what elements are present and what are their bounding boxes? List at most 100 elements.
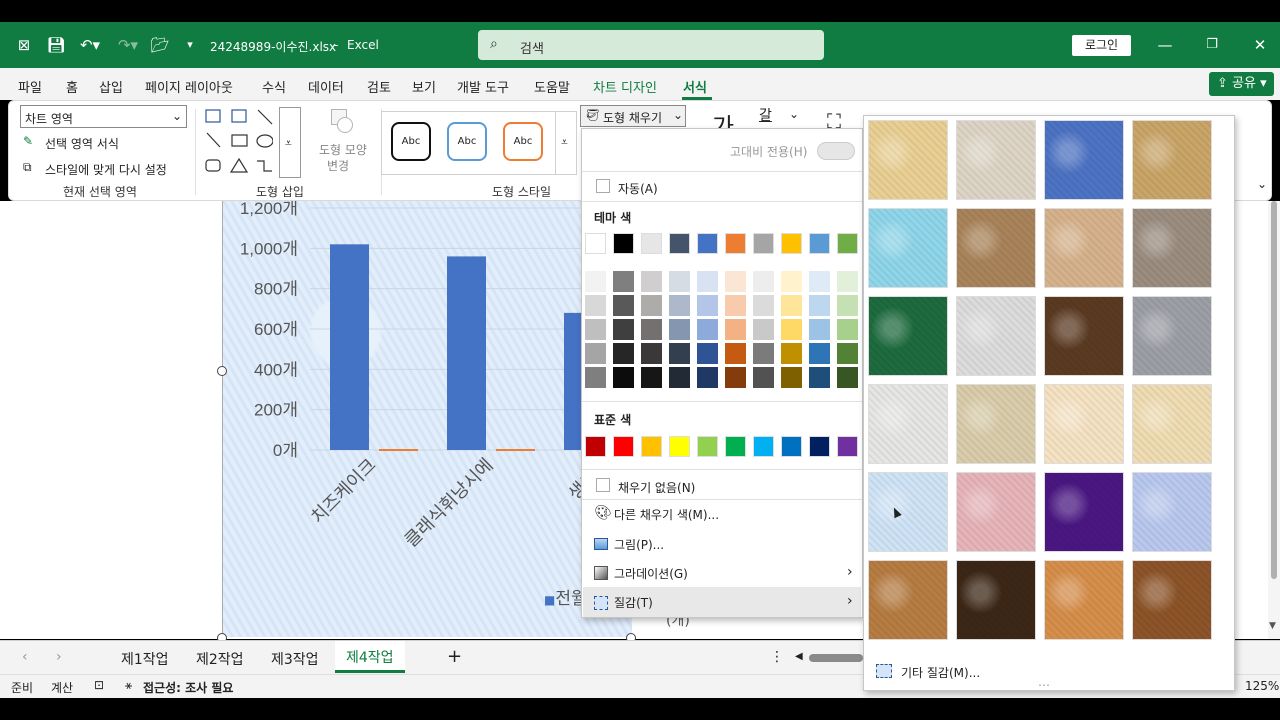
theme-shade-swatch[interactable] (781, 367, 802, 388)
more-options-icon[interactable]: ⋮ (770, 649, 784, 665)
high-contrast-toggle[interactable] (817, 142, 855, 160)
tab-formulas[interactable]: 수식 (262, 77, 286, 96)
theme-color-swatch[interactable] (641, 233, 662, 254)
gradient-option[interactable]: 그라데이션(G) (614, 565, 688, 582)
shape-styles-more[interactable]: ⩡ (555, 111, 575, 175)
theme-shade-swatch[interactable] (669, 271, 690, 292)
horizontal-scroll-thumb[interactable] (809, 654, 863, 662)
theme-color-swatch[interactable] (585, 233, 606, 254)
theme-color-swatch[interactable] (809, 233, 830, 254)
bar-series-2[interactable] (379, 449, 418, 451)
theme-shade-swatch[interactable] (697, 295, 718, 316)
theme-shade-swatch[interactable] (725, 343, 746, 364)
redo-icon[interactable]: ↷▾ (114, 35, 142, 55)
tab-chart-design[interactable]: 차트 디자인 (593, 77, 657, 96)
shape-style-orange[interactable]: Abc (503, 122, 543, 161)
shape-fill-button[interactable]: 🪣︎ 도형 채우기 ⌄ (580, 105, 686, 127)
save-icon[interactable]: 💾︎ (46, 35, 66, 55)
standard-color-swatch[interactable] (585, 436, 606, 457)
status-calc[interactable]: 계산 (51, 679, 73, 696)
theme-shade-swatch[interactable] (781, 271, 802, 292)
theme-shade-swatch[interactable] (641, 343, 662, 364)
standard-color-swatch[interactable] (669, 436, 690, 457)
resize-grip-icon[interactable]: ⋯ (1038, 678, 1050, 692)
standard-color-swatch[interactable] (725, 436, 746, 457)
tab-view[interactable]: 보기 (412, 77, 436, 96)
change-shape-button[interactable]: 도형 모양 변경 (319, 109, 379, 179)
theme-shade-swatch[interactable] (669, 343, 690, 364)
standard-color-swatch[interactable] (641, 436, 662, 457)
tab-file[interactable]: 파일 (18, 77, 42, 96)
shapes-gallery-more[interactable]: ⩡ (279, 107, 301, 178)
vertical-scrollbar[interactable]: ▼ (1268, 201, 1280, 639)
theme-shade-swatch[interactable] (725, 271, 746, 292)
tab-data[interactable]: 데이터 (308, 77, 344, 96)
theme-shade-swatch[interactable] (781, 295, 802, 316)
no-fill-checkbox[interactable] (596, 478, 610, 492)
tab-home[interactable]: 홈 (66, 77, 78, 96)
theme-shade-swatch[interactable] (753, 295, 774, 316)
theme-shade-swatch[interactable] (697, 271, 718, 292)
theme-shade-swatch[interactable] (809, 367, 830, 388)
theme-shade-swatch[interactable] (613, 271, 634, 292)
selection-dropdown[interactable]: 차트 영역 ⌄ (20, 105, 187, 128)
close-icon[interactable]: ✕ (1250, 35, 1270, 55)
next-sheet-icon[interactable]: › (56, 649, 62, 665)
theme-shade-swatch[interactable] (641, 319, 662, 340)
shape-style-black[interactable]: Abc (391, 122, 431, 161)
theme-shade-swatch[interactable] (809, 271, 830, 292)
theme-shade-swatch[interactable] (669, 295, 690, 316)
theme-color-swatch[interactable] (725, 233, 746, 254)
theme-shade-swatch[interactable] (697, 367, 718, 388)
chevron-down-icon[interactable]: ⌄ (789, 107, 799, 121)
texture-swatch[interactable] (868, 296, 948, 376)
texture-swatch[interactable] (1044, 472, 1124, 552)
sheet-tab-4-active[interactable]: 제4작업 (335, 641, 405, 673)
restore-icon[interactable]: ❐ (1202, 35, 1222, 55)
autosave-icon[interactable]: ⊠ (14, 35, 34, 55)
auto-option[interactable]: 자동(A) (618, 180, 658, 197)
theme-shade-swatch[interactable] (697, 319, 718, 340)
undo-icon[interactable]: ↶▾ (76, 35, 104, 55)
chart-resize-handle[interactable] (217, 366, 227, 376)
theme-shade-swatch[interactable] (585, 295, 606, 316)
texture-swatch[interactable] (956, 384, 1036, 464)
theme-color-swatch[interactable] (753, 233, 774, 254)
theme-shade-swatch[interactable] (585, 343, 606, 364)
texture-swatch[interactable] (1132, 472, 1212, 552)
standard-color-swatch[interactable] (809, 436, 830, 457)
accessibility-status[interactable]: 접근성: 조사 필요 (143, 679, 233, 696)
bar-series-2[interactable] (496, 449, 535, 451)
theme-shade-swatch[interactable] (613, 367, 634, 388)
search-input[interactable]: ⌕ 검색 (478, 30, 824, 60)
macro-record-icon[interactable]: ⊡ (94, 678, 104, 692)
standard-color-swatch[interactable] (613, 436, 634, 457)
theme-shade-swatch[interactable] (725, 367, 746, 388)
theme-shade-swatch[interactable] (725, 319, 746, 340)
texture-swatch[interactable] (1044, 120, 1124, 200)
theme-shade-swatch[interactable] (753, 343, 774, 364)
theme-shade-swatch[interactable] (669, 367, 690, 388)
texture-swatch[interactable] (1044, 560, 1124, 640)
tab-format[interactable]: 서식 (683, 77, 707, 96)
texture-swatch[interactable] (1132, 296, 1212, 376)
theme-shade-swatch[interactable] (613, 343, 634, 364)
texture-swatch[interactable] (868, 120, 948, 200)
theme-shade-swatch[interactable] (837, 295, 858, 316)
bar[interactable] (330, 244, 369, 450)
theme-shade-swatch[interactable] (641, 367, 662, 388)
theme-color-swatch[interactable] (669, 233, 690, 254)
standard-color-swatch[interactable] (697, 436, 718, 457)
theme-shade-swatch[interactable] (837, 343, 858, 364)
more-textures-option[interactable]: 기타 질감(M)... (901, 664, 980, 681)
theme-shade-swatch[interactable] (809, 295, 830, 316)
theme-shade-swatch[interactable] (837, 367, 858, 388)
texture-swatch[interactable] (956, 296, 1036, 376)
minimize-icon[interactable]: — (1155, 35, 1175, 55)
texture-swatch[interactable] (868, 560, 948, 640)
prev-sheet-icon[interactable]: ‹ (22, 649, 28, 665)
theme-shade-swatch[interactable] (641, 271, 662, 292)
texture-swatch[interactable] (956, 208, 1036, 288)
texture-swatch[interactable] (1132, 208, 1212, 288)
picture-option[interactable]: 그림(P)... (614, 536, 664, 553)
